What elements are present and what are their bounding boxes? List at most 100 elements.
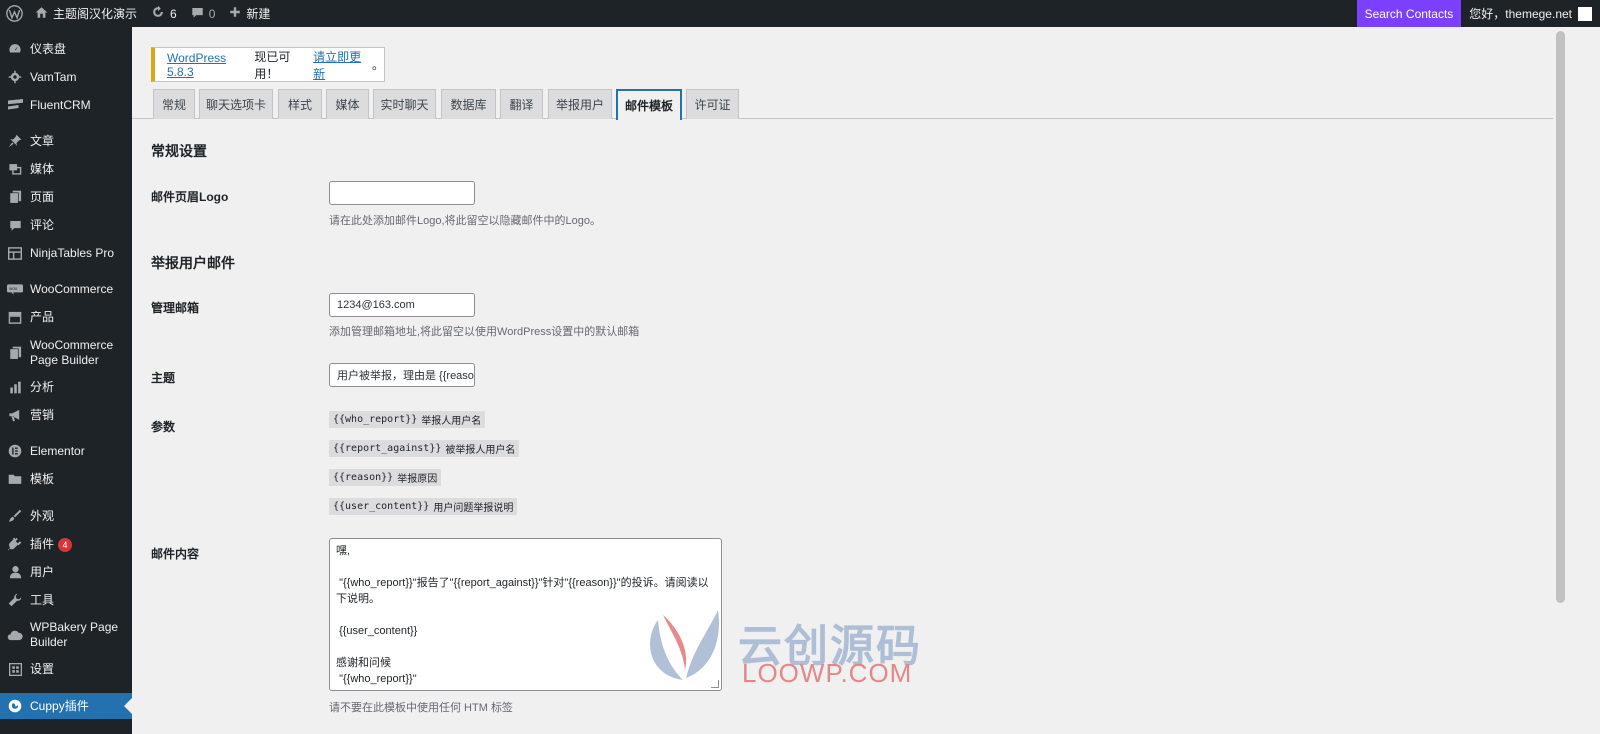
tab-email-template[interactable]: 邮件模板 xyxy=(616,89,682,120)
param-code: {{reason}} xyxy=(333,472,394,483)
menu-item-marketing[interactable]: 营销 xyxy=(0,405,132,425)
comments-link[interactable]: 0 xyxy=(184,0,223,27)
general-settings-title: 常规设置 xyxy=(151,143,207,159)
menu-item-appearance[interactable]: 外观 xyxy=(0,506,132,526)
menu-item-plugins[interactable]: 插件 4 xyxy=(0,534,132,554)
menu-item-users[interactable]: 用户 xyxy=(0,562,132,582)
plugin-icon xyxy=(0,537,30,551)
wordpress-logo-icon[interactable] xyxy=(0,0,28,27)
settings-tabs: 常规 聊天选项卡 样式 媒体 实时聊天 数据库 翻译 举报用户 邮件模板 许可证 xyxy=(132,89,1572,120)
page-icon xyxy=(0,190,30,204)
menu-item-settings[interactable]: 设置 xyxy=(0,659,132,679)
menu-item-elementor[interactable]: Elementor xyxy=(0,441,132,461)
tab-report-user[interactable]: 举报用户 xyxy=(548,89,612,119)
params-label: 参数 xyxy=(151,420,176,434)
menu-item-ninjatables[interactable]: NinjaTables Pro xyxy=(0,243,132,263)
updates-link[interactable]: 6 xyxy=(144,0,184,27)
tab-license[interactable]: 许可证 xyxy=(686,89,739,119)
tab-style[interactable]: 样式 xyxy=(278,89,322,119)
table-icon xyxy=(0,246,30,260)
new-label: 新建 xyxy=(246,7,271,21)
param-report-against: {{report_against}} 被举报人用户名 xyxy=(329,440,520,457)
admin-email-description: 添加管理邮箱地址,将此留空以使用WordPress设置中的默认邮箱 xyxy=(329,326,640,338)
admin-bar: 主题阁汉化演示 6 0 新建 Search Contacts 您好，themeg… xyxy=(0,0,1600,27)
tab-database[interactable]: 数据库 xyxy=(441,89,496,119)
site-name-link[interactable]: 主题阁汉化演示 xyxy=(28,0,144,27)
media-icon xyxy=(0,162,30,176)
admin-email-label: 管理邮箱 xyxy=(151,301,200,315)
folder-icon xyxy=(0,473,30,485)
admin-email-input[interactable]: 1234@163.com xyxy=(329,293,475,317)
logo-input[interactable] xyxy=(329,181,475,205)
subject-input[interactable]: 用户被举报，理由是 {{reason}} xyxy=(329,363,475,387)
update-now-link[interactable]: 请立即更新 xyxy=(313,48,372,82)
archive-icon xyxy=(0,311,30,324)
tab-general[interactable]: 常规 xyxy=(153,89,195,119)
menu-item-media[interactable]: 媒体 xyxy=(0,159,132,179)
menu-item-woocommerce[interactable]: woo WooCommerce xyxy=(0,279,132,299)
elementor-icon xyxy=(0,444,30,458)
scrollbar[interactable] xyxy=(1553,27,1568,734)
menu-item-cuppy[interactable]: Cuppy插件 xyxy=(0,693,132,719)
home-icon xyxy=(35,6,48,22)
report-email-title: 举报用户邮件 xyxy=(151,255,235,271)
user-icon xyxy=(0,565,30,579)
menu-item-comments[interactable]: 评论 xyxy=(0,215,132,235)
watermark-en: LOOWP.COM xyxy=(742,658,913,688)
woo-icon: woo xyxy=(0,283,30,295)
menu-item-fluentcrm[interactable]: FluentCRM xyxy=(0,95,132,115)
param-code: {{user_content}} xyxy=(333,501,430,512)
plugins-update-badge: 4 xyxy=(58,537,73,552)
logo-label: 邮件页眉Logo xyxy=(151,190,229,204)
comments-count: 0 xyxy=(208,6,216,21)
param-desc: 举报人用户名 xyxy=(421,416,482,427)
logo-description: 请在此处添加邮件Logo,将此留空以隐藏邮件中的Logo。 xyxy=(329,215,601,227)
comment-icon xyxy=(0,219,30,232)
watermark: 云创源码 LOOWP.COM xyxy=(638,600,938,690)
menu-item-analytics[interactable]: 分析 xyxy=(0,377,132,397)
param-desc: 用户问题举报说明 xyxy=(433,503,514,514)
search-contacts-button[interactable]: Search Contacts xyxy=(1356,0,1462,27)
cuppy-icon xyxy=(0,699,30,713)
subject-label: 主题 xyxy=(151,371,176,385)
param-desc: 举报原因 xyxy=(397,474,438,485)
page-icon xyxy=(0,346,30,360)
notice-end: 。 xyxy=(371,58,384,72)
menu-item-wpbakery[interactable]: WPBakery Page Builder xyxy=(0,619,132,651)
menu-item-woocommerce-page-builder[interactable]: WooCommerce Page Builder xyxy=(0,335,132,371)
scroll-thumb[interactable] xyxy=(1556,31,1565,603)
gear-icon xyxy=(0,70,30,84)
menu-item-tools[interactable]: 工具 xyxy=(0,590,132,610)
dashboard-icon xyxy=(0,42,30,56)
howdy-text: 您好，themege.net xyxy=(1469,7,1572,21)
menu-item-plugins-label: 插件 xyxy=(30,536,55,551)
tab-media[interactable]: 媒体 xyxy=(326,89,369,119)
megaphone-icon xyxy=(0,409,30,422)
content-line: 嘿, xyxy=(336,545,351,557)
menu-item-posts[interactable]: 文章 xyxy=(0,131,132,151)
content-line xyxy=(336,559,715,575)
site-name: 主题阁汉化演示 xyxy=(53,7,138,21)
menu-item-templates[interactable]: 模板 xyxy=(0,469,132,489)
avatar xyxy=(1578,6,1592,21)
menu-item-dashboard[interactable]: 仪表盘 xyxy=(0,39,132,59)
param-code: {{who_report}} xyxy=(333,414,418,425)
tab-live-chat[interactable]: 实时聊天 xyxy=(373,89,436,119)
brush-icon xyxy=(0,509,30,523)
wordpress-version-link[interactable]: WordPress 5.8.3 xyxy=(167,51,254,79)
pin-icon xyxy=(0,134,30,148)
cloud-icon xyxy=(0,629,30,641)
updates-icon xyxy=(151,5,165,22)
new-content-link[interactable]: 新建 xyxy=(222,0,277,27)
param-code: {{report_against}} xyxy=(333,443,442,454)
tab-chat-options[interactable]: 聊天选项卡 xyxy=(199,89,273,119)
chart-icon xyxy=(0,381,30,394)
menu-item-vamtam[interactable]: VamTam xyxy=(0,67,132,87)
user-account-menu[interactable]: 您好，themege.net xyxy=(1461,0,1600,27)
content-label: 邮件内容 xyxy=(151,547,200,561)
menu-item-products[interactable]: 产品 xyxy=(0,307,132,327)
menu-item-pages[interactable]: 页面 xyxy=(0,187,132,207)
tab-translate[interactable]: 翻译 xyxy=(500,89,543,119)
svg-text:woo: woo xyxy=(9,286,18,291)
notice-text: 现已可用！ xyxy=(254,49,291,81)
